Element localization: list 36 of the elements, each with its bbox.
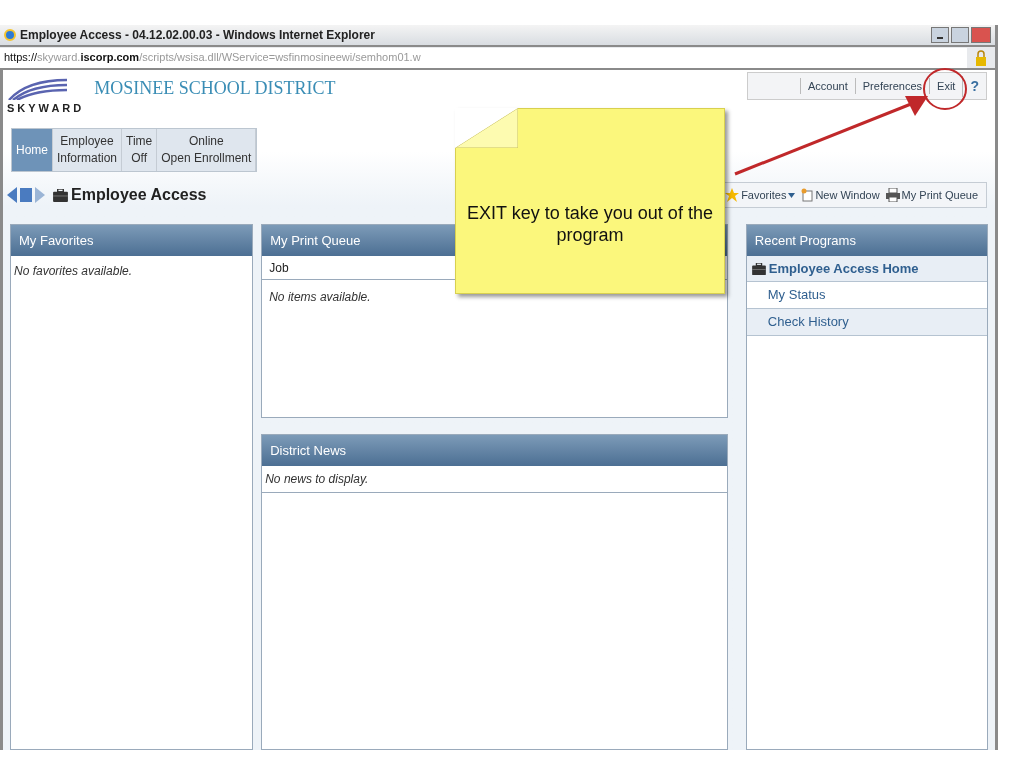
highlight-circle	[922, 66, 968, 112]
briefcase-icon	[53, 188, 68, 202]
nav-tab[interactable]: Time Off	[122, 129, 158, 171]
panel-header: My Favorites	[11, 225, 253, 256]
district-name: MOSINEE SCHOOL DISTRICT	[94, 77, 336, 100]
new-window-link[interactable]: New Window	[815, 186, 880, 204]
empty-message: No favorites available.	[13, 263, 134, 280]
help-link[interactable]: ?	[962, 75, 986, 97]
minimize-button[interactable]	[931, 27, 949, 43]
window-title: Employee Access - 04.12.02.00.03 - Windows Internet Explorer	[20, 27, 375, 44]
nav-tab[interactable]: Online Open Enrollment	[157, 129, 257, 171]
header-link[interactable]: Preferences	[854, 77, 930, 95]
back-forward-arrows-icon	[7, 186, 47, 204]
panel-header: Recent Programs	[746, 225, 987, 256]
star-icon	[725, 188, 740, 202]
panel-header: District News	[262, 435, 727, 466]
header-link[interactable]: Account	[800, 77, 855, 95]
minimize-icon	[937, 37, 943, 39]
padlock-icon	[975, 49, 987, 66]
dropdown-caret-icon	[788, 192, 796, 198]
page-title: Employee Access	[71, 185, 207, 205]
address-text: https://skyward.iscorp.com/scripts/wsisa.dll/WService=wsfinmosineewi/semhom01.w	[4, 50, 421, 66]
logo-text: SKYWARD	[7, 101, 85, 116]
nav-tab[interactable]: Employee Information	[53, 129, 123, 171]
program-link[interactable]: Check History	[746, 309, 987, 336]
briefcase-icon	[751, 262, 766, 275]
printer-icon	[885, 188, 900, 202]
favorites-menu[interactable]: Favorites	[741, 186, 787, 204]
swoosh-logo-icon	[7, 78, 67, 100]
address-field[interactable]: https://skyward.iscorp.com/scripts/wsisa.dll/WService=wsfinmosineewi/semhom01.w	[0, 47, 967, 68]
empty-message: No news to display.	[262, 466, 727, 493]
new-window-icon	[801, 188, 814, 202]
print-queue-link[interactable]: My Print Queue	[901, 186, 978, 204]
ie-icon	[4, 29, 16, 41]
empty-message: No items available.	[268, 289, 372, 306]
folded-corner-icon	[455, 108, 518, 148]
